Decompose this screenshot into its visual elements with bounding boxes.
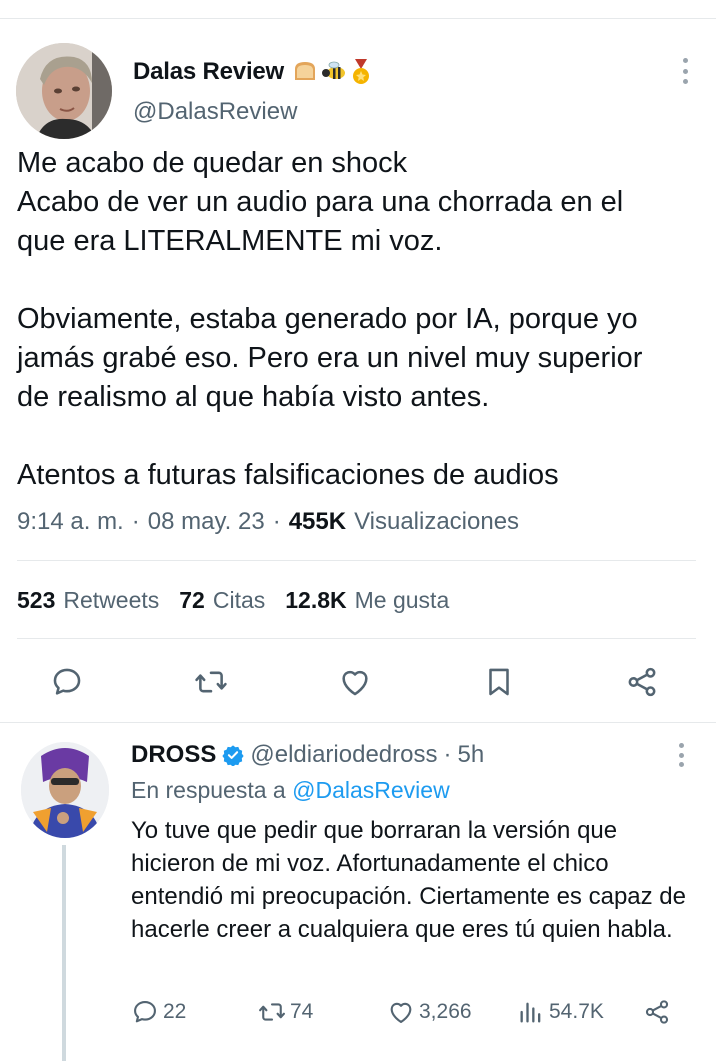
- more-options-icon[interactable]: [676, 743, 686, 767]
- profile-emojis: [292, 59, 372, 85]
- tweet-meta: 9:14 a. m. · 08 may. 23 · 455K Visualiza…: [17, 508, 520, 536]
- reply-views-count: 54.7K: [549, 1000, 604, 1023]
- tweet-paragraph-2: Obviamente, estaba generado por IA, porq…: [17, 303, 643, 413]
- reply-author-name[interactable]: DROSS: [131, 741, 216, 769]
- author-handle[interactable]: @DalasReview: [133, 98, 297, 126]
- reply-likes-count: 3,266: [419, 1000, 472, 1023]
- thread-line: [62, 845, 66, 1061]
- bookmark-button[interactable]: [479, 660, 519, 704]
- more-options-icon[interactable]: [680, 58, 690, 84]
- avatar[interactable]: [21, 742, 109, 838]
- heart-icon: [342, 670, 368, 696]
- reply-share-button[interactable]: [643, 992, 671, 1032]
- reply-time[interactable]: 5h: [457, 741, 484, 769]
- reply-icon: [53, 668, 81, 695]
- reply-icon: [134, 1001, 156, 1023]
- tweet-time[interactable]: 9:14 a. m.: [17, 508, 124, 536]
- views-label[interactable]: Visualizaciones: [354, 508, 519, 536]
- author-name[interactable]: Dalas Review: [133, 58, 372, 86]
- tweet-action-bar: [0, 660, 716, 708]
- tweet-stats: 523 Retweets 72 Citas 12.8K Me gusta: [17, 587, 449, 614]
- verified-badge-icon: [222, 745, 244, 766]
- dross-avatar-image: [21, 742, 109, 838]
- reply-like-button[interactable]: 3,266: [387, 992, 472, 1032]
- reply-text: Yo tuve que pedir que borraran la versió…: [131, 817, 686, 943]
- reply-retweet-button[interactable]: 74: [258, 992, 313, 1032]
- reply-replies-count: 22: [163, 1000, 187, 1023]
- top-divider: [0, 18, 716, 19]
- divider: [17, 560, 696, 561]
- bookmark-icon: [489, 668, 509, 696]
- tweet-paragraph-1: Me acabo de quedar en shock Acabo de ver…: [17, 147, 624, 257]
- tweet-paragraph-3: Atentos a futuras falsificaciones de aud…: [17, 459, 559, 491]
- views-chart-icon: [520, 1002, 541, 1023]
- dalas-avatar-image: [16, 43, 112, 139]
- reply-handle[interactable]: @eldiariodedross: [250, 741, 437, 769]
- in-reply-to-link[interactable]: @DalasReview: [292, 777, 450, 803]
- bread-emoji-icon: [295, 62, 316, 80]
- reply-views-button[interactable]: 54.7K: [517, 992, 604, 1032]
- reply-reply-button[interactable]: 22: [131, 992, 186, 1032]
- retweet-icon: [259, 1003, 285, 1021]
- tweet-text: Me acabo de quedar en shock Acabo de ver…: [17, 144, 697, 495]
- reply-header: DROSS @eldiariodedross · 5h: [131, 741, 485, 769]
- divider: [0, 722, 716, 723]
- tweet-date[interactable]: 08 may. 23: [148, 508, 265, 536]
- medal-emoji-icon: [353, 59, 370, 84]
- views-count: 455K: [288, 508, 347, 535]
- share-icon: [645, 1000, 669, 1024]
- heart-icon: [390, 1002, 412, 1023]
- share-button[interactable]: [622, 660, 662, 704]
- share-icon: [628, 667, 656, 697]
- in-reply-to: En respuesta a @DalasReview: [131, 777, 450, 803]
- avatar[interactable]: [16, 43, 112, 139]
- divider: [17, 638, 696, 639]
- reply-retweets-count: 74: [290, 1000, 314, 1023]
- retweet-button[interactable]: [191, 660, 231, 704]
- like-button[interactable]: [335, 660, 375, 704]
- retweet-icon: [195, 671, 227, 693]
- reply-action-bar: 22 74 3,266 54.7K: [131, 992, 691, 1032]
- bee-emoji-icon: [322, 61, 346, 79]
- quotes-stat[interactable]: 72 Citas: [179, 587, 265, 614]
- retweets-stat[interactable]: 523 Retweets: [17, 587, 159, 614]
- likes-stat[interactable]: 12.8K Me gusta: [285, 587, 449, 614]
- reply-button[interactable]: [47, 660, 87, 704]
